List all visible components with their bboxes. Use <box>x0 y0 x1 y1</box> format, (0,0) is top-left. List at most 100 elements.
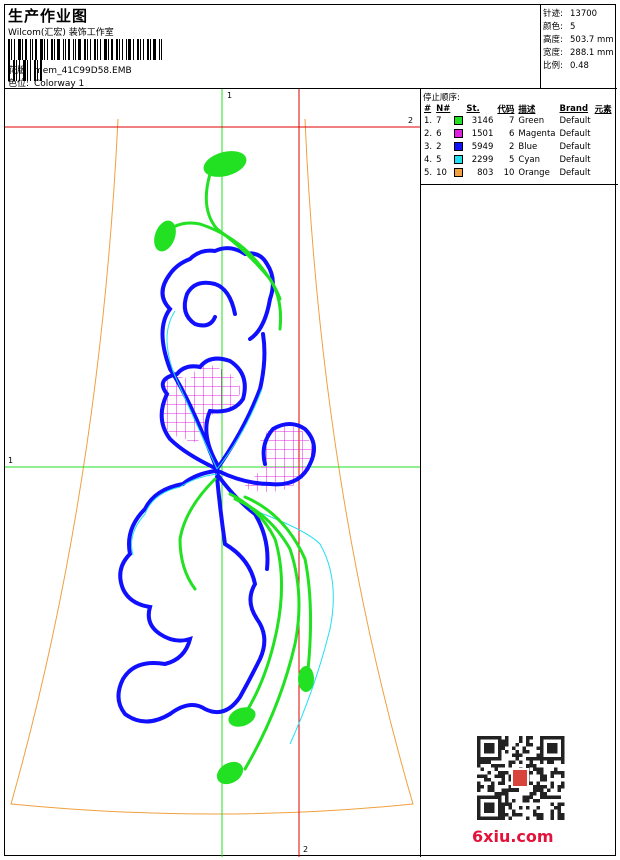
col-header-brand: Brand <box>559 103 589 114</box>
row-brand: Default <box>559 167 591 178</box>
barcode-bar <box>40 39 43 60</box>
colors-row: 颜色: 5 <box>543 20 575 32</box>
col-header-index: # <box>424 103 432 114</box>
stop-rows: 1. 7 3146 7 Green Default 2. 6 1501 6 Magenta Defau… <box>422 115 614 179</box>
stitches-row: 针迹: 13700 <box>543 7 597 19</box>
barcode-bar <box>108 39 109 60</box>
col-header-description: 描述 <box>518 104 536 115</box>
row-brand: Default <box>559 129 591 140</box>
row-code: 10 <box>503 167 515 178</box>
barcode-bar <box>63 39 64 60</box>
row-element <box>593 153 614 166</box>
watermark-site: 6xiu.com <box>472 827 554 846</box>
stop-sequence-table: # N# St. 代码 描述 Brand 元素 1. 7 3146 7 Green Def… <box>422 102 614 179</box>
barcode-bar <box>22 39 23 60</box>
scale-label: 比例: <box>543 61 563 71</box>
table-row: 2. 6 1501 6 Magenta Default <box>422 128 614 141</box>
row-description: Magenta <box>518 129 556 140</box>
barcode-bar <box>87 39 88 60</box>
row-index: 3. <box>424 141 433 152</box>
scale-value: 0.48 <box>570 61 589 71</box>
col-header-needle: N# <box>436 103 451 114</box>
row-element <box>593 115 614 128</box>
stitches-label: 针迹: <box>543 9 563 19</box>
color-swatch <box>454 129 464 139</box>
blue-outline-group <box>116 246 316 724</box>
row-stitches: 1501 <box>452 128 495 141</box>
barcode-bar <box>126 39 127 60</box>
barcode-bar <box>140 39 141 60</box>
design-value: mem_41C99D58.EMB <box>34 66 132 76</box>
barcode-bar <box>97 39 98 60</box>
design-file-row: 花版: mem_41C99D58.EMB <box>8 63 132 76</box>
stitch-count: 803 <box>477 167 494 178</box>
barcode-bar <box>35 39 37 60</box>
table-header-row: # N# St. 代码 描述 Brand 元素 <box>422 102 614 115</box>
row-stitches: 5949 <box>452 141 495 154</box>
color-swatch <box>454 154 464 164</box>
barcode-bar <box>30 39 31 60</box>
height-value: 503.7 mm <box>570 35 614 45</box>
axis-label-v2: 2 <box>303 845 309 854</box>
row-element <box>593 128 614 141</box>
barcode-bar <box>111 39 113 60</box>
barcode-bar <box>128 39 131 60</box>
row-index: 5. <box>424 167 433 178</box>
table-row: 1. 7 3146 7 Green Default <box>422 115 614 128</box>
barcode-bar <box>143 39 144 60</box>
stitch-count: 5949 <box>471 141 494 152</box>
barcode <box>8 39 164 81</box>
color-swatch <box>454 141 464 151</box>
color-swatch <box>454 167 464 177</box>
table-row: 3. 2 5949 2 Blue Default <box>422 141 614 154</box>
barcode-bar <box>68 39 70 60</box>
row-needle: 7 <box>436 116 442 127</box>
stop-sequence-box: 停止顺序: # N# St. 代码 描述 Brand 元素 1. 7 3146 7 Gr… <box>421 89 618 185</box>
barcode-bar <box>90 39 91 60</box>
barcode-bar <box>32 39 33 60</box>
row-index: 1. <box>424 116 433 127</box>
row-code: 5 <box>508 154 515 165</box>
width-label: 宽度: <box>543 48 563 58</box>
axis-label-h1: 1 <box>8 456 14 465</box>
row-description: Green <box>518 116 545 127</box>
row-code: 2 <box>508 141 515 152</box>
colorway-label: 色位: <box>8 79 30 89</box>
colors-value: 5 <box>570 22 576 32</box>
barcode-bar <box>133 39 134 60</box>
barcode-bar <box>159 39 160 60</box>
row-needle: 6 <box>436 129 442 140</box>
width-value: 288.1 mm <box>570 48 614 58</box>
stitch-count: 3146 <box>471 116 494 127</box>
barcode-bar <box>84 39 86 60</box>
barcode-bar <box>18 39 21 60</box>
row-needle: 10 <box>436 167 447 178</box>
axis-label-v1: 1 <box>227 91 233 100</box>
colorway-row: 色位: Colorway 1 <box>8 76 84 89</box>
barcode-bar <box>51 39 53 60</box>
col-header-code: 代码 <box>497 104 515 115</box>
row-element <box>593 141 614 154</box>
embroidery-preview <box>5 89 420 857</box>
table-row: 5. 10 803 10 Orange Default <box>422 166 614 179</box>
row-description: Blue <box>518 141 538 152</box>
barcode-bar <box>147 39 149 60</box>
row-code: 6 <box>508 129 515 140</box>
table-row: 4. 5 2299 5 Cyan Default <box>422 153 614 166</box>
company-name: Wilcom(汇宏) 装饰工作室 <box>8 28 114 38</box>
page-title: 生产作业图 <box>8 7 89 25</box>
barcode-bar <box>94 39 96 60</box>
width-row: 宽度: 288.1 mm <box>543 46 614 58</box>
row-needle: 5 <box>436 154 442 165</box>
scale-row: 比例: 0.48 <box>543 59 589 71</box>
barcode-bar <box>25 39 27 60</box>
barcode-bar <box>119 39 120 60</box>
row-code: 7 <box>508 116 515 127</box>
row-stitches: 2299 <box>452 153 495 166</box>
col-header-stitches: St. <box>466 103 480 114</box>
stitch-count: 2299 <box>471 154 494 165</box>
barcode-bar <box>73 39 74 60</box>
row-brand: Default <box>559 116 591 127</box>
barcode-bar <box>161 39 162 60</box>
barcode-bar <box>153 39 156 60</box>
